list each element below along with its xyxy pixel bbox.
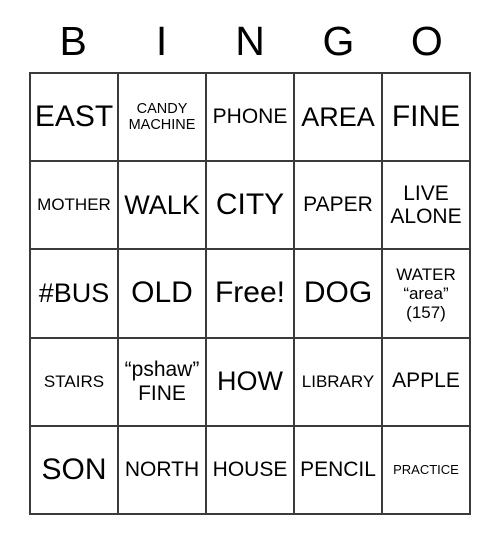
bingo-cell-label: LIBRARY (301, 371, 375, 391)
bingo-cell-label: FINE (391, 99, 461, 133)
bingo-cell-label: #BUS (38, 277, 110, 308)
bingo-cell-label: WALK (124, 189, 200, 220)
bingo-cell-r3c1[interactable]: #BUS (31, 250, 119, 339)
bingo-cell-label: CITY (215, 188, 285, 222)
bingo-cell-r4c4[interactable]: LIBRARY (295, 338, 383, 427)
bingo-grid: EAST CANDY MACHINE PHONE AREA FINE MOTHE… (29, 72, 471, 515)
bingo-header-letter-g: G (322, 17, 355, 64)
bingo-cell-r5c1[interactable]: SON (31, 426, 119, 515)
bingo-cell-label: DOG (303, 276, 373, 310)
bingo-free-space-label: Free! (214, 276, 286, 310)
bingo-cell-r2c3[interactable]: CITY (207, 162, 295, 251)
bingo-cell-label: PHONE (212, 104, 288, 128)
bingo-header-letter-i: I (155, 17, 168, 64)
bingo-cell-label: APPLE (392, 369, 460, 393)
bingo-cell-r4c3[interactable]: HOW (207, 338, 295, 427)
bingo-cell-label: HOUSE (212, 457, 288, 481)
bingo-cell-label: SON (41, 452, 107, 486)
bingo-cell-r5c4[interactable]: PENCIL (295, 426, 383, 515)
bingo-cell-r1c5[interactable]: FINE (383, 74, 471, 163)
bingo-cell-r4c5[interactable]: APPLE (383, 338, 471, 427)
bingo-cell-r1c3[interactable]: PHONE (207, 74, 295, 163)
bingo-cell-r5c5[interactable]: PRACTICE (383, 426, 471, 515)
bingo-cell-r5c2[interactable]: NORTH (119, 426, 207, 515)
bingo-cell-r1c1[interactable]: EAST (31, 74, 119, 163)
bingo-header-row: B I N G O (29, 12, 471, 70)
bingo-cell-label: PENCIL (300, 457, 376, 481)
bingo-cell-label: PAPER (303, 192, 373, 216)
bingo-cell-r1c4[interactable]: AREA (295, 74, 383, 163)
bingo-cell-r2c2[interactable]: WALK (119, 162, 207, 251)
bingo-cell-label: WATER “area” (157) (396, 264, 456, 322)
bingo-cell-r3c4[interactable]: DOG (295, 250, 383, 339)
bingo-cell-label: CANDY MACHINE (128, 100, 196, 134)
bingo-cell-label: OLD (131, 276, 193, 310)
bingo-card: B I N G O EAST CANDY MACHINE PHONE AREA … (0, 0, 500, 544)
bingo-cell-label: PRACTICE (393, 461, 459, 477)
bingo-cell-r3c2[interactable]: OLD (119, 250, 207, 339)
bingo-cell-r2c1[interactable]: MOTHER (31, 162, 119, 251)
bingo-header-letter-b: B (59, 17, 87, 64)
bingo-cell-label: LIVE ALONE (390, 181, 462, 229)
bingo-cell-r5c3[interactable]: HOUSE (207, 426, 295, 515)
bingo-cell-label: HOW (217, 366, 283, 397)
bingo-cell-r1c2[interactable]: CANDY MACHINE (119, 74, 207, 163)
bingo-cell-free-space[interactable]: Free! (207, 250, 295, 339)
bingo-cell-r2c5[interactable]: LIVE ALONE (383, 162, 471, 251)
bingo-cell-r4c1[interactable]: STAIRS (31, 338, 119, 427)
bingo-cell-label: EAST (34, 99, 114, 133)
bingo-cell-r2c4[interactable]: PAPER (295, 162, 383, 251)
bingo-header-letter-n: N (235, 17, 265, 64)
bingo-cell-label: STAIRS (43, 371, 105, 391)
bingo-header-letter-o: O (410, 17, 443, 64)
bingo-cell-r4c2[interactable]: “pshaw” FINE (119, 338, 207, 427)
bingo-cell-label: MOTHER (37, 195, 111, 215)
bingo-cell-label: NORTH (124, 457, 200, 481)
bingo-cell-r3c5[interactable]: WATER “area” (157) (383, 250, 471, 339)
bingo-cell-label: AREA (301, 101, 375, 132)
bingo-cell-label: “pshaw” FINE (124, 358, 200, 405)
